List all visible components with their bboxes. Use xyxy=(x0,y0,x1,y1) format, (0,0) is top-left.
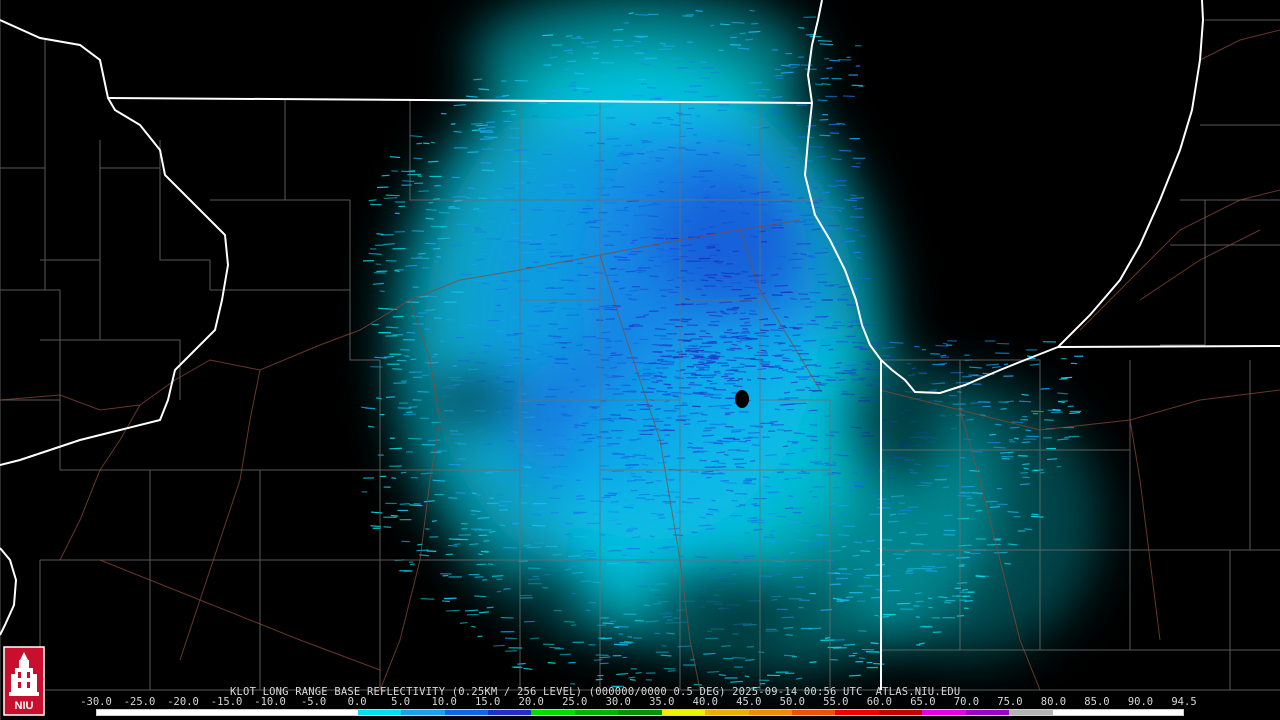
radar-map xyxy=(0,0,1280,720)
scale-label: -5.0 xyxy=(300,696,327,708)
scale-label: -15.0 xyxy=(210,696,243,708)
color-segment xyxy=(1096,710,1140,715)
scale-label: 30.0 xyxy=(605,696,631,708)
color-segment xyxy=(574,710,619,715)
color-segment xyxy=(97,710,141,715)
color-segment xyxy=(661,710,706,715)
niu-logo: NIU xyxy=(3,646,45,716)
scale-label: -10.0 xyxy=(254,696,286,708)
scale-label: 70.0 xyxy=(953,696,980,708)
color-segment xyxy=(314,710,358,715)
scale-label: 65.0 xyxy=(910,696,936,708)
scale-label: 40.0 xyxy=(692,696,718,708)
color-segment xyxy=(792,710,836,715)
reflectivity-scale-labels: -30.0 -25.0 -20.0 -15.0 -10.0 -5.0 0.0 5.0 10.0 1… xyxy=(80,696,1200,708)
color-segment xyxy=(227,710,271,715)
scale-label: 55.0 xyxy=(823,696,849,708)
scale-label: 0.0 xyxy=(347,696,367,708)
logo-text: NIU xyxy=(15,700,34,712)
scale-label: 45.0 xyxy=(736,696,762,708)
radar-site-marker xyxy=(735,390,749,408)
indiana-michigan-line xyxy=(1057,345,1280,348)
reflectivity-color-bar xyxy=(96,709,1184,716)
scale-label: -20.0 xyxy=(167,696,199,708)
scale-label: 5.0 xyxy=(391,696,411,708)
color-segment xyxy=(183,710,228,715)
scale-label: 60.0 xyxy=(866,696,893,708)
color-segment xyxy=(140,710,184,715)
scale-label: 15.0 xyxy=(475,696,501,708)
color-segment xyxy=(270,710,315,715)
scale-label: 75.0 xyxy=(997,696,1023,708)
scale-label: 85.0 xyxy=(1084,696,1110,708)
scale-label: 50.0 xyxy=(779,696,805,708)
scale-label: 35.0 xyxy=(649,696,675,708)
color-segment xyxy=(1052,710,1097,715)
scale-label: -25.0 xyxy=(123,696,156,708)
scale-label: 25.0 xyxy=(562,696,588,708)
color-segment xyxy=(922,710,966,715)
color-segment xyxy=(748,710,792,715)
color-segment xyxy=(965,710,1010,715)
color-segment xyxy=(487,710,532,715)
color-segment xyxy=(444,710,488,715)
scale-label: 94.5 xyxy=(1171,696,1197,708)
scale-label: 20.0 xyxy=(518,696,544,708)
color-segment xyxy=(1009,710,1053,715)
color-segment xyxy=(1139,710,1183,715)
color-segment xyxy=(357,710,402,715)
color-segment xyxy=(705,710,749,715)
color-segment xyxy=(401,710,445,715)
scale-label: -30.0 xyxy=(80,696,112,708)
color-segment xyxy=(835,710,879,715)
scale-label: 10.0 xyxy=(431,696,457,708)
scale-label: 80.0 xyxy=(1040,696,1067,708)
scale-label: 90.0 xyxy=(1127,696,1154,708)
color-segment xyxy=(531,710,575,715)
color-segment xyxy=(878,710,923,715)
color-segment xyxy=(618,710,662,715)
